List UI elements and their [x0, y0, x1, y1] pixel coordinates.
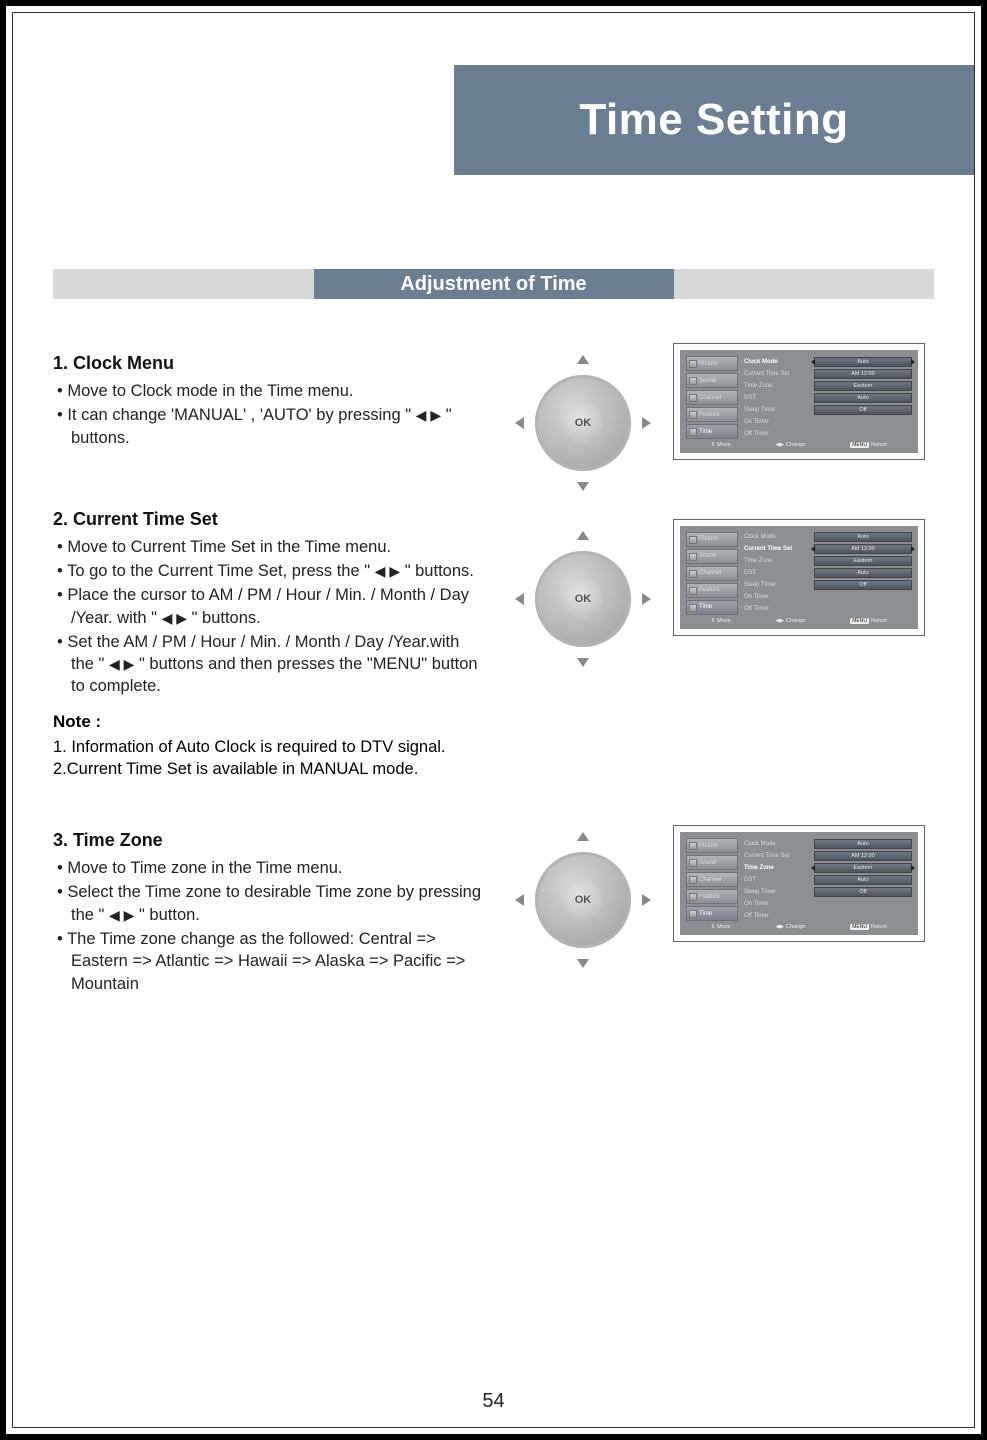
osd-row-current-time: Current Time SetAM 12:00: [742, 368, 912, 379]
osd-row-clock-mode: Clock ModeAuto: [742, 532, 912, 543]
bullet: Move to Time zone in the Time menu.: [53, 857, 483, 879]
osd-side-sound: Sound: [686, 549, 738, 564]
right-arrow-icon: [642, 593, 651, 605]
note-heading: Note :: [53, 712, 483, 732]
osd-footer: ⇕ Move ◀▶ Change MENU Return: [686, 439, 912, 449]
content-area: 1. Clock Menu Move to Clock mode in the …: [53, 353, 934, 1035]
left-right-arrows-icon: ◀ ▶: [109, 656, 134, 672]
left-right-arrows-icon: ◀ ▶: [375, 563, 400, 579]
osd-row-time-zone: Time ZoneEastern: [742, 380, 912, 391]
osd-row-dst: DSTAuto: [742, 568, 912, 579]
osd-row-sleep-timer: Sleep TimerOff: [742, 404, 912, 415]
note-line: 2.Current Time Set is available in MANUA…: [53, 758, 483, 780]
dpad-illustration: OK: [513, 529, 653, 669]
bullets-time-zone: Move to Time zone in the Time menu. Sele…: [53, 857, 483, 995]
bullet: It can change 'MANUAL' , 'AUTO' by press…: [53, 404, 483, 449]
bullet: The Time zone change as the followed: Ce…: [53, 928, 483, 995]
section-current-time-set: 2. Current Time Set Move to Current Time…: [53, 509, 934, 780]
osd-row-sleep-timer: Sleep TimerOff: [742, 580, 912, 591]
osd-footer: ⇕ Move ◀▶ Change MENU Return: [686, 615, 912, 625]
osd-row-on-timer: On Timer: [742, 416, 912, 427]
section-time-zone: 3. Time Zone Move to Time zone in the Ti…: [53, 830, 934, 995]
bullets-current-time: Move to Current Time Set in the Time men…: [53, 536, 483, 698]
osd-row-current-time: Current Time SetAM 12:00: [742, 544, 912, 555]
heading-current-time: 2. Current Time Set: [53, 509, 483, 530]
right-arrow-icon: [642, 417, 651, 429]
osd-row-clock-mode: Clock ModeAuto: [742, 356, 912, 367]
bullets-clock-menu: Move to Clock mode in the Time menu. It …: [53, 380, 483, 449]
osd-screenshot-1: Picture Sound Channel Feature Time Clock…: [673, 343, 925, 460]
up-arrow-icon: [577, 531, 589, 540]
osd-side-channel: Channel: [686, 872, 738, 887]
left-arrow-icon: [515, 593, 524, 605]
bullet: To go to the Current Time Set, press the…: [53, 560, 483, 582]
osd-row-off-timer: Off Timer: [742, 428, 912, 439]
osd-side-picture: Picture: [686, 532, 738, 547]
note-line: 1. Information of Auto Clock is required…: [53, 736, 483, 758]
page: Time Setting Adjustment of Time 1. Clock…: [12, 12, 975, 1428]
osd-side-time: Time: [686, 906, 738, 921]
left-right-arrows-icon: ◀ ▶: [109, 907, 134, 923]
osd-row-current-time: Current Time SetAM 12:00: [742, 850, 912, 861]
osd-foot-move: ⇕ Move: [710, 442, 730, 448]
bullet: Set the AM / PM / Hour / Min. / Month / …: [53, 631, 483, 698]
left-arrow-icon: [515, 894, 524, 906]
dpad-illustration: OK: [513, 353, 653, 493]
osd-row-sleep-timer: Sleep TimerOff: [742, 886, 912, 897]
bullet: Move to Clock mode in the Time menu.: [53, 380, 483, 402]
osd-row-on-timer: On Timer: [742, 898, 912, 909]
osd-side-time: Time: [686, 600, 738, 615]
left-arrow-icon: [515, 417, 524, 429]
osd-foot-return: MENU Return: [850, 442, 887, 448]
subtitle: Adjustment of Time: [314, 269, 674, 299]
left-right-arrows-icon: ◀ ▶: [162, 610, 187, 626]
down-arrow-icon: [577, 959, 589, 968]
page-title: Time Setting: [579, 95, 848, 145]
osd-row-off-timer: Off Timer: [742, 910, 912, 921]
osd-screenshot-2: Picture Sound Channel Feature Time Clock…: [673, 519, 925, 636]
osd-side-picture: Picture: [686, 356, 738, 371]
osd-row-dst: DSTAuto: [742, 874, 912, 885]
osd-side-sound: Sound: [686, 855, 738, 870]
osd-row-off-timer: Off Timer: [742, 604, 912, 615]
up-arrow-icon: [577, 355, 589, 364]
osd-side-feature: Feature: [686, 407, 738, 422]
dpad-illustration: OK: [513, 830, 653, 970]
down-arrow-icon: [577, 658, 589, 667]
osd-side-picture: Picture: [686, 838, 738, 853]
bullet: Place the cursor to AM / PM / Hour / Min…: [53, 584, 483, 629]
heading-time-zone: 3. Time Zone: [53, 830, 483, 851]
ok-button-illustration: OK: [563, 880, 603, 920]
bullet: Select the Time zone to desirable Time z…: [53, 881, 483, 926]
page-title-block: Time Setting: [454, 65, 974, 175]
bullet: Move to Current Time Set in the Time men…: [53, 536, 483, 558]
osd-row-on-timer: On Timer: [742, 592, 912, 603]
osd-row-time-zone: Time ZoneEastern: [742, 862, 912, 873]
osd-row-dst: DSTAuto: [742, 392, 912, 403]
osd-side-time: Time: [686, 424, 738, 439]
page-number: 54: [13, 1390, 974, 1413]
osd-row-time-zone: Time ZoneEastern: [742, 556, 912, 567]
right-arrow-icon: [642, 894, 651, 906]
down-arrow-icon: [577, 482, 589, 491]
osd-side-feature: Feature: [686, 583, 738, 598]
osd-footer: ⇕ Move ◀▶ Change MENU Return: [686, 921, 912, 931]
ok-button-illustration: OK: [563, 403, 603, 443]
section-clock-menu: 1. Clock Menu Move to Clock mode in the …: [53, 353, 934, 449]
osd-foot-change: ◀▶ Change: [776, 442, 806, 448]
osd-row-clock-mode: Clock ModeAuto: [742, 838, 912, 849]
left-right-arrows-icon: ◀ ▶: [416, 407, 441, 423]
up-arrow-icon: [577, 832, 589, 841]
osd-side-channel: Channel: [686, 390, 738, 405]
osd-side-channel: Channel: [686, 566, 738, 581]
osd-side-sound: Sound: [686, 373, 738, 388]
osd-screenshot-3: Picture Sound Channel Feature Time Clock…: [673, 825, 925, 942]
osd-side-feature: Feature: [686, 889, 738, 904]
heading-clock-menu: 1. Clock Menu: [53, 353, 483, 374]
ok-button-illustration: OK: [563, 579, 603, 619]
